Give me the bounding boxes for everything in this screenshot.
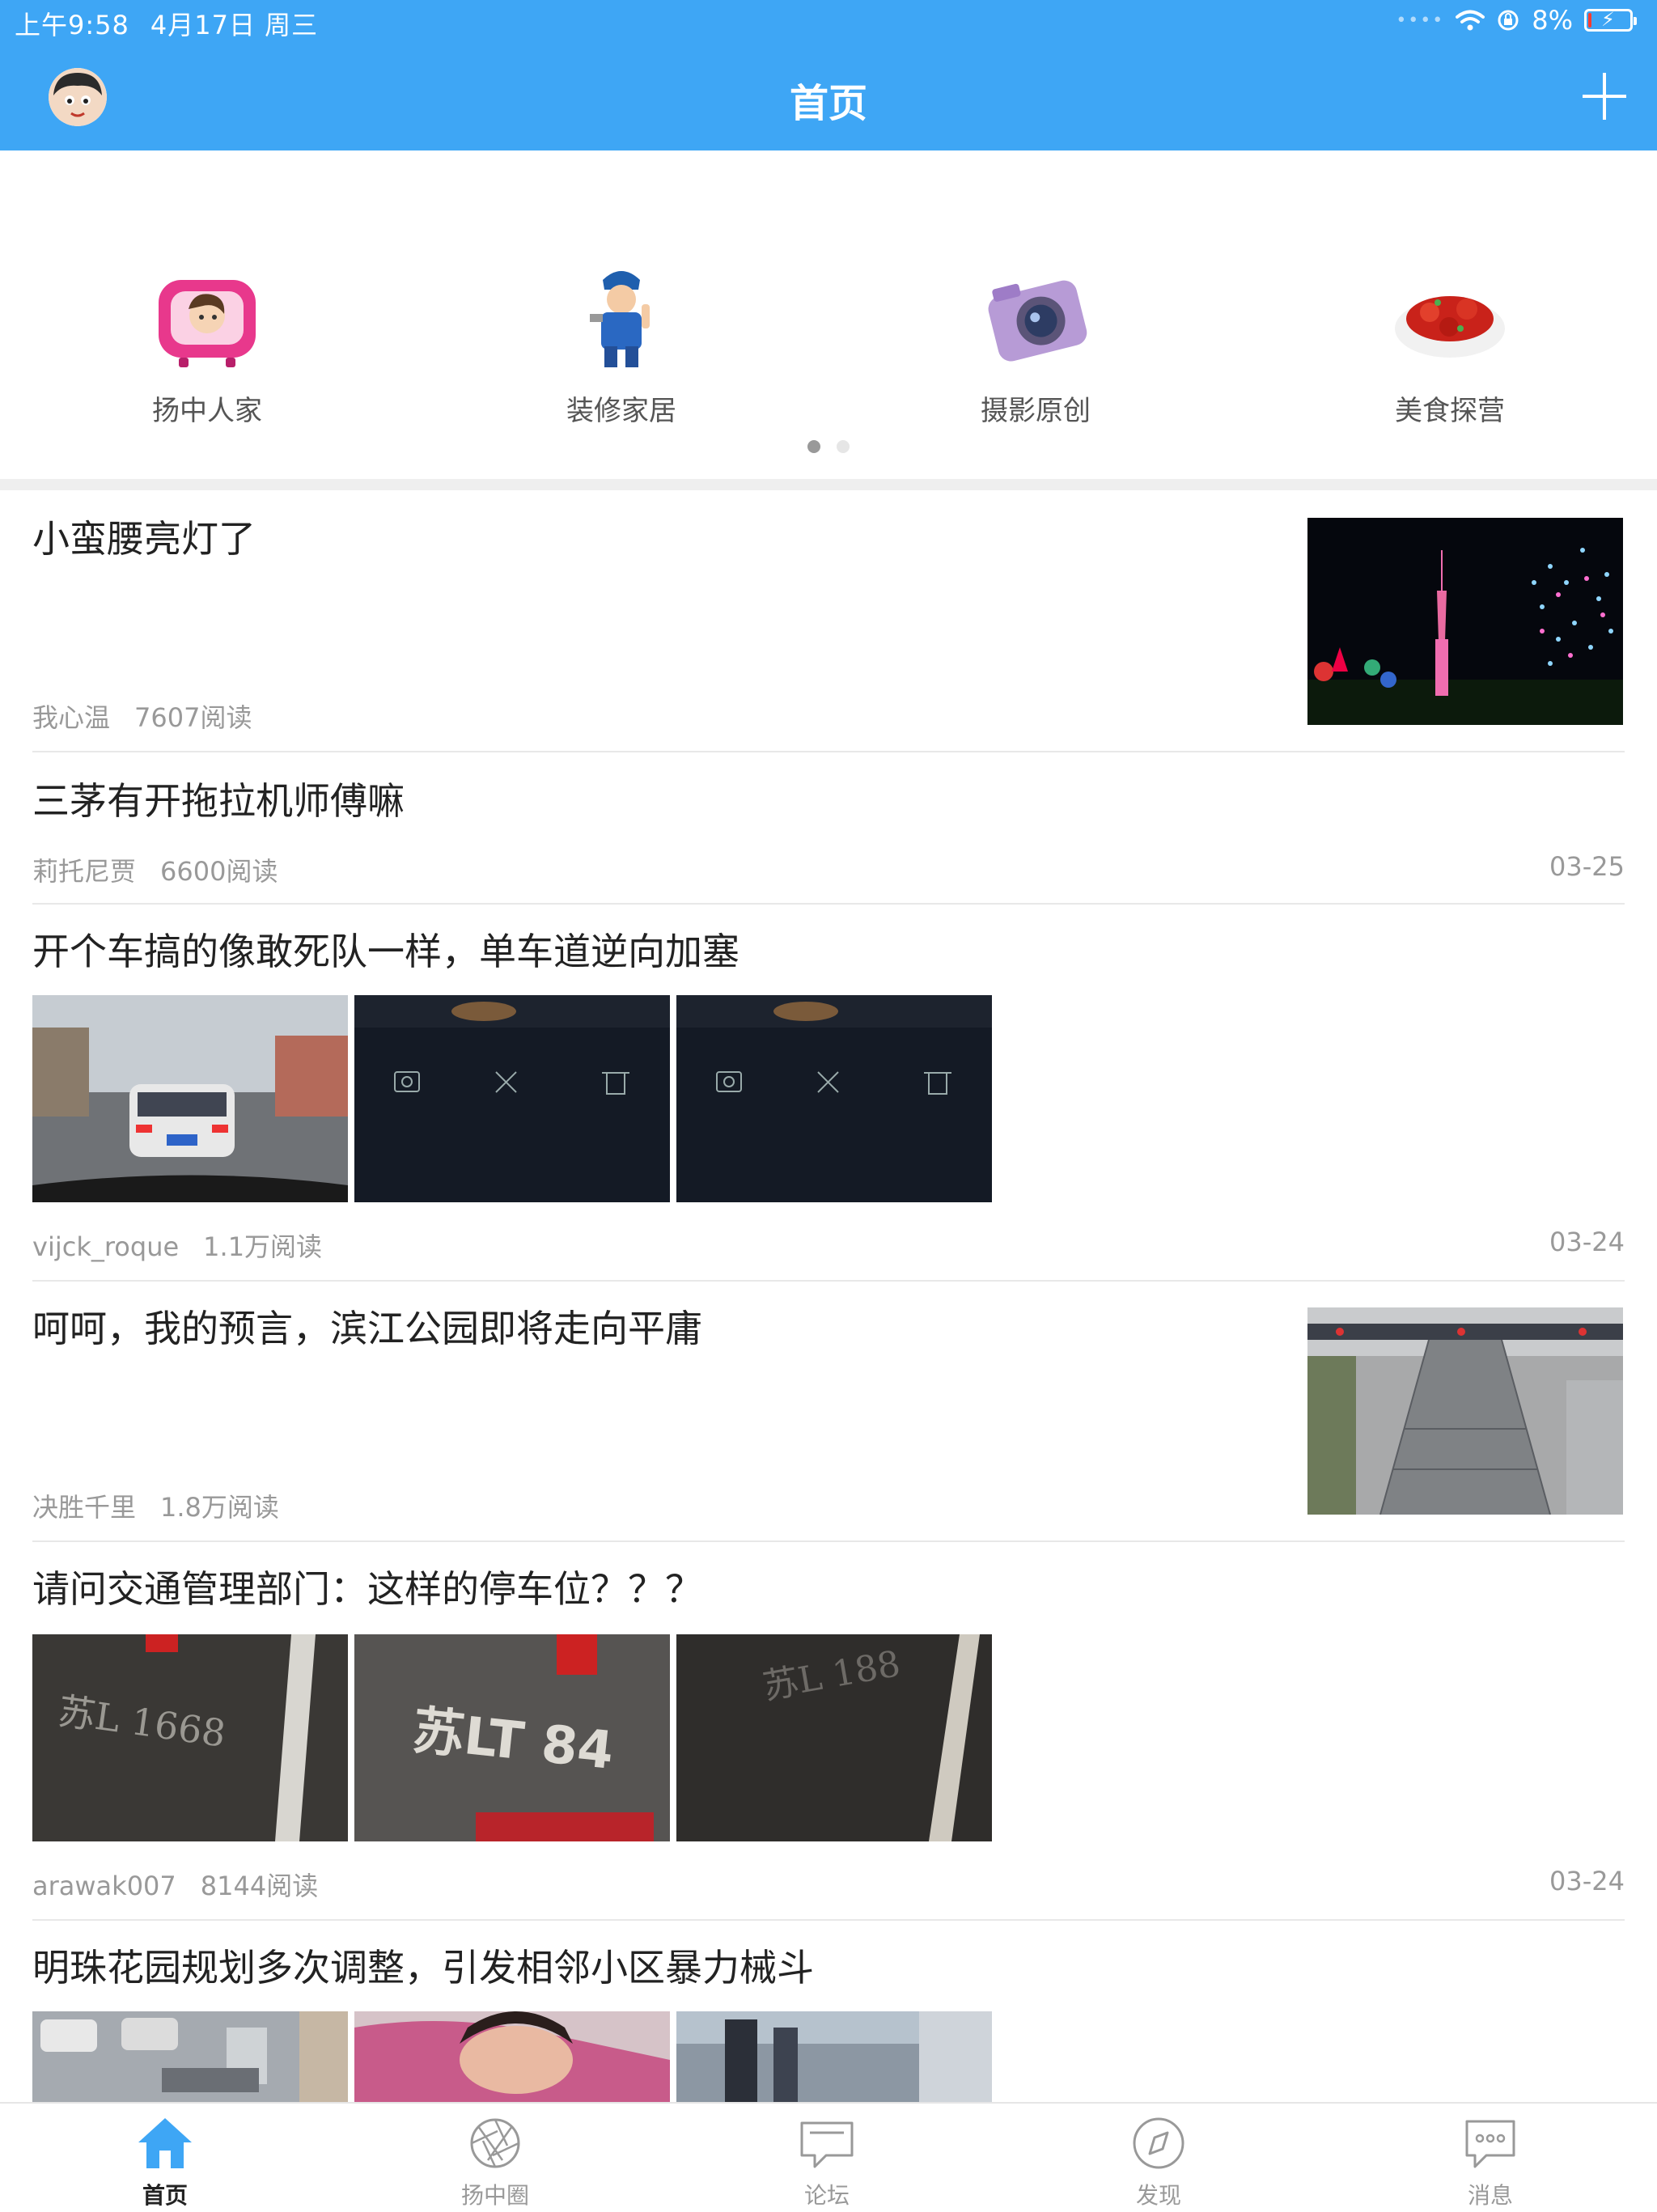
forum-icon <box>799 2115 855 2172</box>
post-date: 03-24 <box>1549 1227 1625 1257</box>
category-label: 美食探营 <box>1395 395 1505 427</box>
battery-icon: ⚡ <box>1584 8 1637 32</box>
post-meta: 我心温 7607阅读 <box>32 697 252 735</box>
wifi-icon <box>1456 10 1485 31</box>
post-separator <box>32 751 1625 752</box>
tab-discover[interactable]: 发现 <box>1078 2115 1240 2210</box>
signal-dots-icon: •••• <box>1396 10 1445 31</box>
page-dot[interactable] <box>837 440 850 453</box>
status-right: •••• 8% ⚡ <box>1396 5 1637 36</box>
post-title[interactable]: 明珠花园规划多次调整，引发相邻小区暴力械斗 <box>32 1939 814 1992</box>
post-title[interactable]: 呵呵，我的预言，滨江公园即将走向平庸 <box>32 1299 702 1353</box>
post-thumbnail[interactable] <box>1307 518 1623 725</box>
status-bar: 上午9:58 4月17日 周三 •••• 8% ⚡ <box>0 0 1657 42</box>
rotation-lock-icon <box>1498 10 1519 31</box>
tab-messages[interactable]: 消息 <box>1409 2115 1571 2210</box>
tab-yangzhong-circle[interactable]: 扬中圈 <box>414 2115 576 2210</box>
camera-icon <box>975 256 1096 377</box>
post-reads: 7607阅读 <box>134 702 252 733</box>
post-separator <box>32 1919 1625 1921</box>
page-dot-active[interactable] <box>807 440 820 453</box>
page-indicator <box>0 440 1657 456</box>
category-item-yangzhong-family[interactable]: 扬中人家 <box>94 256 320 428</box>
post-meta: 决胜千里 1.8万阅读 <box>32 1487 279 1524</box>
status-left: 上午9:58 4月17日 周三 <box>15 5 339 42</box>
compass-icon <box>1130 2115 1187 2172</box>
category-item-home-decor[interactable]: 装修家居 <box>508 256 735 428</box>
post-title[interactable]: 开个车搞的像敢死队一样，单车道逆向加塞 <box>32 922 740 976</box>
post-image[interactable] <box>32 995 348 1202</box>
post-image[interactable] <box>354 2011 670 2102</box>
crawfish-icon <box>1389 256 1511 377</box>
post-separator <box>32 903 1625 905</box>
post-author: 决胜千里 <box>32 1492 137 1523</box>
category-label: 扬中人家 <box>152 395 262 427</box>
post-reads: 1.8万阅读 <box>160 1492 279 1523</box>
add-post-button[interactable] <box>1576 71 1633 121</box>
tab-forum[interactable]: 论坛 <box>746 2115 908 2210</box>
post-author: 我心温 <box>32 702 111 733</box>
category-item-photography[interactable]: 摄影原创 <box>922 256 1149 428</box>
status-date: 4月17日 周三 <box>150 10 319 40</box>
post-reads: 1.1万阅读 <box>203 1231 323 1262</box>
post-author: vijck_roque <box>32 1231 180 1262</box>
post-image[interactable]: 苏LT 84 <box>354 1634 670 1841</box>
category-label: 装修家居 <box>566 395 676 427</box>
post-title[interactable]: 小蛮腰亮灯了 <box>32 510 256 563</box>
post-author: arawak007 <box>32 1871 176 1901</box>
battery-percent: 8% <box>1532 5 1573 36</box>
bottom-tab-bar: 首页 扬中圈 论坛 发现 消息 <box>0 2102 1657 2212</box>
post-reads: 8144阅读 <box>200 1871 319 1901</box>
post-title[interactable]: 三茅有开拖拉机师傅嘛 <box>32 772 405 825</box>
tab-label: 消息 <box>1467 2182 1513 2209</box>
tab-label: 论坛 <box>803 2182 850 2209</box>
post-image[interactable] <box>676 995 992 1202</box>
home-icon <box>137 2115 193 2172</box>
tv-character-icon <box>146 256 268 377</box>
category-label: 摄影原创 <box>981 395 1091 427</box>
worker-icon <box>561 256 682 377</box>
post-thumbnail[interactable] <box>1307 1307 1623 1515</box>
post-image[interactable]: 苏L 188 <box>676 1634 992 1841</box>
post-meta: 莉托尼贾 6600阅读 <box>32 851 278 888</box>
category-item-food[interactable]: 美食探营 <box>1337 256 1563 428</box>
status-time: 上午9:58 <box>15 10 129 40</box>
post-image[interactable] <box>32 2011 348 2102</box>
post-reads: 6600阅读 <box>160 856 278 887</box>
post-image[interactable] <box>676 2011 992 2102</box>
post-meta: vijck_roque 1.1万阅读 <box>32 1227 322 1264</box>
post-image[interactable] <box>354 995 670 1202</box>
tab-label: 首页 <box>142 2182 188 2209</box>
category-carousel: 扬中人家 装修家居 摄影原创 美食探营 <box>0 150 1657 479</box>
post-meta: arawak007 8144阅读 <box>32 1866 318 1903</box>
top-bar: 上午9:58 4月17日 周三 •••• 8% ⚡ 首页 <box>0 0 1657 150</box>
tab-home[interactable]: 首页 <box>84 2115 246 2210</box>
post-title[interactable]: 请问交通管理部门：这样的停车位？？？ <box>32 1560 702 1613</box>
page-title: 首页 <box>789 81 867 126</box>
aperture-icon <box>467 2115 523 2172</box>
post-date: 03-25 <box>1549 851 1625 882</box>
post-image[interactable]: 苏L 1668 <box>32 1634 348 1841</box>
post-date: 03-24 <box>1549 1866 1625 1896</box>
tab-label: 发现 <box>1135 2182 1181 2209</box>
post-separator <box>32 1280 1625 1282</box>
section-divider <box>0 479 1657 490</box>
post-author: 莉托尼贾 <box>32 856 137 887</box>
message-icon <box>1462 2115 1519 2172</box>
post-separator <box>32 1540 1625 1542</box>
tab-label: 扬中圈 <box>460 2182 529 2209</box>
